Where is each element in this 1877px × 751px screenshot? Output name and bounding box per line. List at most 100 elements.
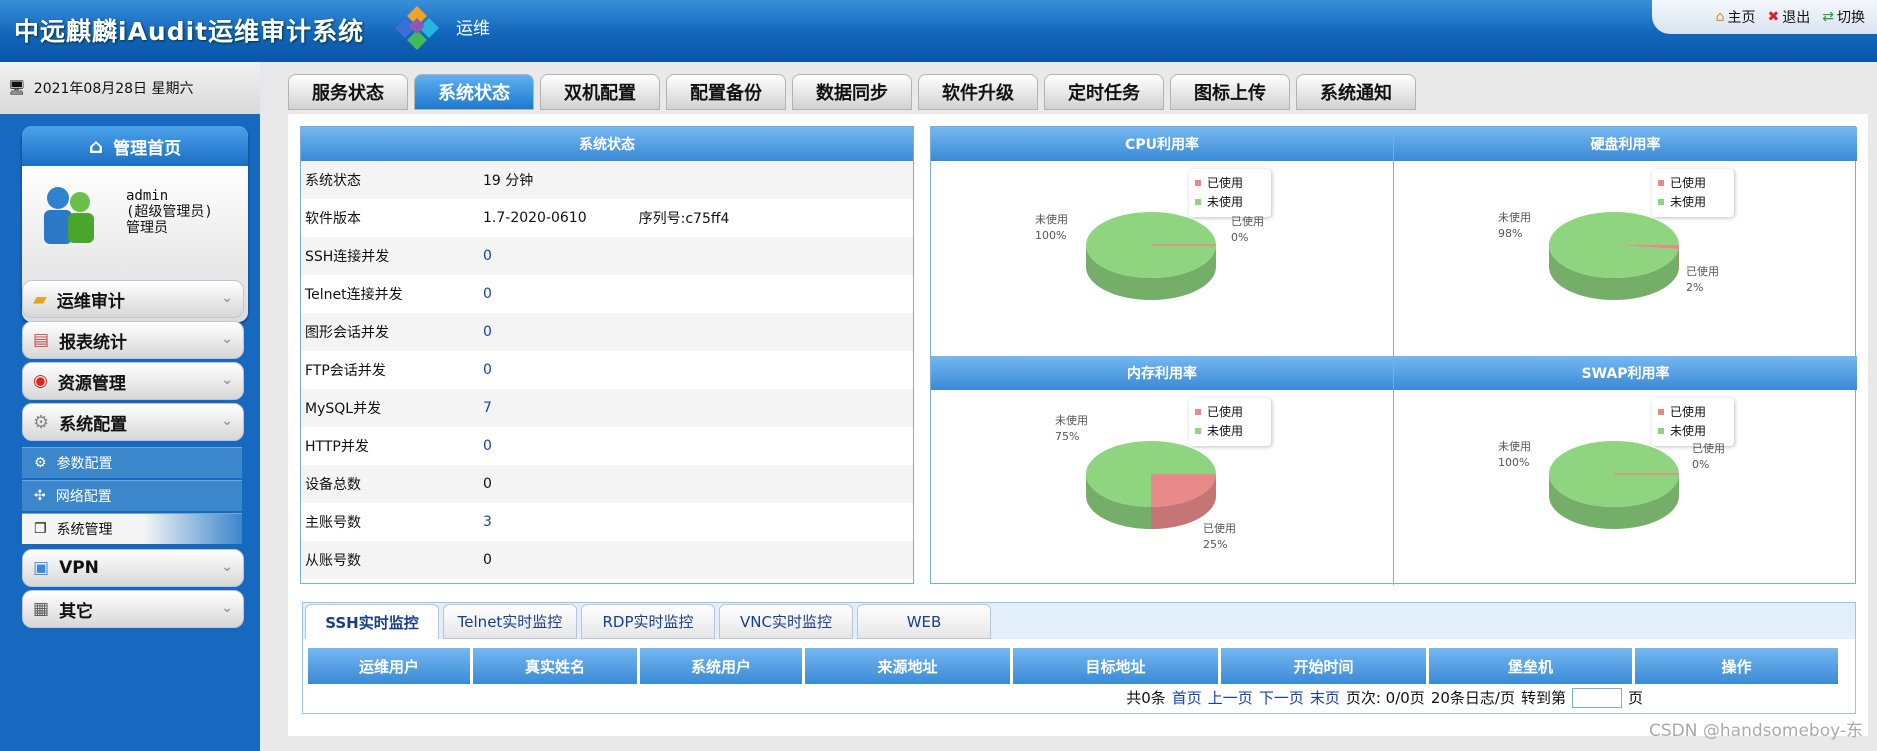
column-header: 目标地址 bbox=[1013, 648, 1218, 684]
chart-legend: 已使用 未使用 bbox=[1652, 169, 1734, 217]
prev-page-link[interactable]: 上一页 bbox=[1208, 687, 1253, 708]
status-value[interactable]: 0 bbox=[483, 248, 492, 264]
tab-web-monitor[interactable]: WEB bbox=[857, 604, 991, 639]
tab-dual-config[interactable]: 双机配置 bbox=[540, 74, 660, 110]
status-value[interactable]: 7 bbox=[483, 400, 492, 416]
total-count: 共0条 bbox=[1126, 689, 1166, 707]
status-row: SSH连接并发 0 bbox=[301, 237, 913, 275]
legend-label: 已使用 bbox=[1207, 405, 1244, 419]
status-row: 主账号数 3 bbox=[301, 503, 913, 541]
chart-legend: 已使用 未使用 bbox=[1652, 398, 1734, 446]
status-value[interactable]: 0 bbox=[483, 362, 492, 378]
status-key: MySQL并发 bbox=[305, 401, 382, 417]
status-value[interactable]: 0 bbox=[483, 286, 492, 302]
home-link[interactable]: ⌂ 主页 bbox=[1716, 7, 1756, 27]
chevron-down-icon: ⌄ bbox=[221, 290, 233, 306]
tab-software-upgrade[interactable]: 软件升级 bbox=[918, 74, 1038, 110]
pie-label-name: 未使用 bbox=[1498, 211, 1531, 224]
vpn-icon: ▣ bbox=[33, 558, 50, 578]
exit-icon: ✖ bbox=[1767, 9, 1780, 25]
tab-telnet-monitor[interactable]: Telnet实时监控 bbox=[443, 604, 577, 639]
pie-label-used: 已使用 2% bbox=[1686, 264, 1719, 296]
chevron-down-icon: ⌄ bbox=[221, 413, 233, 429]
pie-label-name: 已使用 bbox=[1686, 265, 1719, 278]
tab-system-status[interactable]: 系统状态 bbox=[414, 74, 534, 110]
chart-title: SWAP利用率 bbox=[1394, 356, 1857, 390]
status-row: HTTP并发 0 bbox=[301, 427, 913, 465]
menu-ops-audit[interactable]: ▰ 运维审计 ⌄ bbox=[22, 280, 244, 318]
status-value: 19 分钟 bbox=[483, 173, 534, 189]
submenu-label: 参数配置 bbox=[56, 456, 113, 472]
pie-label-pct: 75% bbox=[1055, 430, 1080, 443]
pie-label-pct: 25% bbox=[1203, 538, 1228, 551]
status-row: 从账号数 0 bbox=[301, 541, 913, 579]
pie-label-pct: 0% bbox=[1231, 231, 1249, 244]
column-header: 堡垒机 bbox=[1429, 648, 1632, 684]
menu-label: 系统配置 bbox=[59, 414, 128, 435]
submenu-system-manage[interactable]: ❐ 系统管理 bbox=[22, 513, 242, 544]
tab-rdp-monitor[interactable]: RDP实时监控 bbox=[581, 604, 715, 639]
status-value[interactable]: 0 bbox=[483, 438, 492, 454]
monitor-icon: 🖥 bbox=[8, 80, 26, 96]
legend-swatch bbox=[1658, 179, 1664, 186]
status-key: 图形会话并发 bbox=[305, 325, 389, 341]
pie-label-name: 已使用 bbox=[1231, 215, 1264, 228]
tab-vnc-monitor[interactable]: VNC实时监控 bbox=[719, 604, 853, 639]
user-title: 管理员 bbox=[126, 220, 168, 236]
status-value[interactable]: 0 bbox=[483, 324, 492, 340]
pie-label-unused: 未使用 100% bbox=[1035, 212, 1068, 244]
legend-item-used: 已使用 bbox=[1195, 173, 1265, 192]
next-page-link[interactable]: 下一页 bbox=[1259, 687, 1304, 708]
pie-chart bbox=[1086, 212, 1216, 300]
switch-link[interactable]: ⇄ 切换 bbox=[1822, 7, 1865, 27]
app-logo-icon bbox=[395, 6, 439, 50]
goto-page-input[interactable] bbox=[1571, 687, 1622, 708]
legend-swatch bbox=[1195, 427, 1201, 434]
status-row: FTP会话并发 0 bbox=[301, 351, 913, 389]
submenu-param-config[interactable]: ⚙ 参数配置 bbox=[22, 447, 242, 478]
menu-reports[interactable]: ▤ 报表统计 ⌄ bbox=[22, 321, 244, 359]
serial-number: 序列号:c75ff4 bbox=[638, 211, 730, 227]
pie-label-name: 未使用 bbox=[1498, 440, 1531, 453]
network-icon: ✣ bbox=[34, 488, 46, 504]
tab-icon-upload[interactable]: 图标上传 bbox=[1170, 74, 1290, 110]
legend-label: 未使用 bbox=[1207, 424, 1244, 438]
column-header: 操作 bbox=[1635, 648, 1838, 684]
tab-data-sync[interactable]: 数据同步 bbox=[792, 74, 912, 110]
tab-scheduled-tasks[interactable]: 定时任务 bbox=[1044, 74, 1164, 110]
gear-icon: ⚙ bbox=[33, 411, 50, 433]
user-details: admin (超级管理员) 管理员 bbox=[126, 188, 213, 236]
home-panel-header[interactable]: ⌂ 管理首页 bbox=[22, 126, 248, 166]
logout-link[interactable]: ✖ 退出 bbox=[1768, 7, 1811, 27]
current-date: 2021年08月28日 星期六 bbox=[33, 81, 194, 97]
tab-system-notice[interactable]: 系统通知 bbox=[1296, 74, 1416, 110]
menu-resources[interactable]: ◉ 资源管理 ⌄ bbox=[22, 362, 244, 400]
tab-service-status[interactable]: 服务状态 bbox=[288, 74, 408, 110]
menu-label: 报表统计 bbox=[59, 332, 128, 353]
legend-swatch bbox=[1195, 179, 1201, 186]
submenu-network-config[interactable]: ✣ 网络配置 bbox=[22, 480, 242, 511]
pie-label-pct: 98% bbox=[1498, 227, 1523, 240]
menu-vpn[interactable]: ▣ VPN ⌄ bbox=[22, 549, 244, 587]
gear-icon: ⚙ bbox=[34, 455, 47, 471]
monitor-tabs: SSH实时监控 Telnet实时监控 RDP实时监控 VNC实时监控 WEB bbox=[303, 603, 1855, 639]
page-info: 页次: 0/0页 bbox=[1345, 689, 1425, 707]
status-value[interactable]: 3 bbox=[483, 514, 492, 530]
legend-item-unused: 未使用 bbox=[1195, 192, 1265, 211]
legend-item-used: 已使用 bbox=[1658, 173, 1728, 192]
submenu-label: 网络配置 bbox=[55, 489, 112, 505]
submenu-label: 系统管理 bbox=[56, 522, 113, 538]
menu-other[interactable]: ▦ 其它 ⌄ bbox=[22, 590, 244, 628]
last-page-link[interactable]: 末页 bbox=[1310, 687, 1340, 708]
status-rows: 系统状态 19 分钟 软件版本 1.7-2020-0610 序列号:c75ff4… bbox=[301, 161, 913, 579]
chart-legend: 已使用 未使用 bbox=[1189, 398, 1271, 446]
report-icon: ▤ bbox=[33, 330, 50, 350]
menu-system-config[interactable]: ⚙ 系统配置 ⌄ bbox=[22, 403, 244, 441]
tab-content: 系统状态 系统状态 19 分钟 软件版本 1.7-2020-0610 序列号:c… bbox=[288, 114, 1868, 736]
first-page-link[interactable]: 首页 bbox=[1172, 687, 1202, 708]
tab-ssh-monitor[interactable]: SSH实时监控 bbox=[305, 604, 439, 639]
tab-config-backup[interactable]: 配置备份 bbox=[666, 74, 786, 110]
main-tabs: 服务状态 系统状态 双机配置 配置备份 数据同步 软件升级 定时任务 图标上传 … bbox=[288, 74, 1416, 110]
pie-chart bbox=[1549, 211, 1679, 300]
legend-swatch bbox=[1195, 198, 1201, 205]
